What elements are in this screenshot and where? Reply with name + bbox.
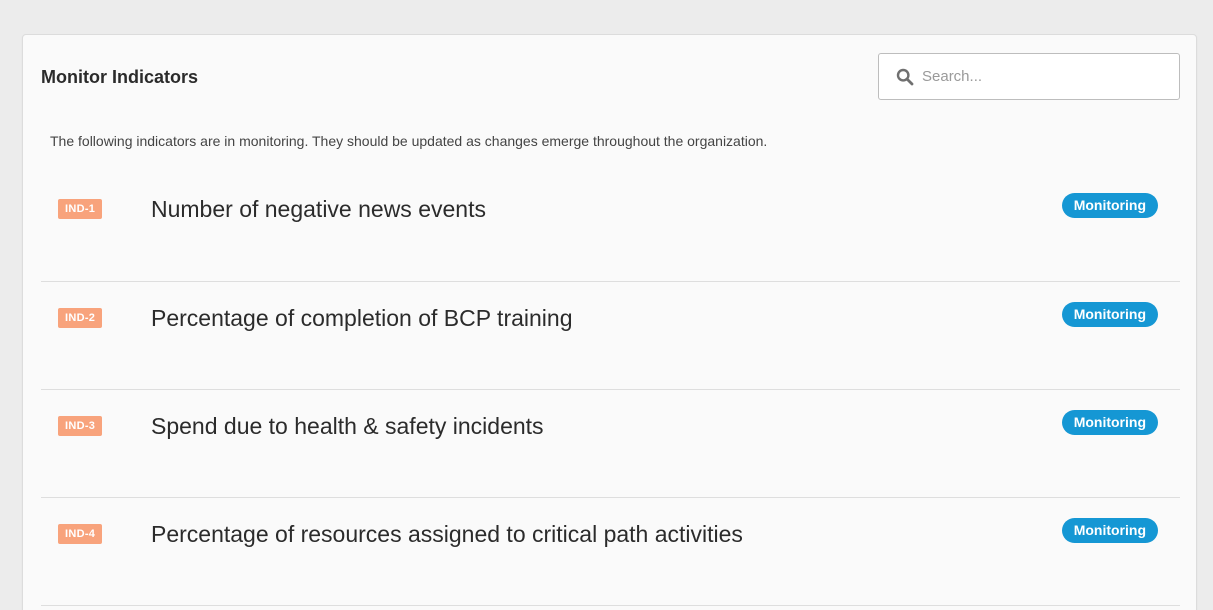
- indicator-title[interactable]: Percentage of resources assigned to crit…: [151, 520, 743, 548]
- indicator-row[interactable]: IND-1 Number of negative news events Mon…: [41, 173, 1180, 282]
- indicator-row[interactable]: IND-2 Percentage of completion of BCP tr…: [41, 282, 1180, 390]
- status-badge: Monitoring: [1061, 410, 1158, 435]
- search-icon: [896, 68, 914, 86]
- indicator-list: IND-1 Number of negative news events Mon…: [41, 173, 1180, 606]
- search-box[interactable]: [878, 53, 1180, 100]
- search-input[interactable]: [922, 68, 1162, 85]
- panel-title: Monitor Indicators: [41, 67, 198, 87]
- indicator-row[interactable]: IND-4 Percentage of resources assigned t…: [41, 498, 1180, 606]
- indicator-id-badge: IND-3: [58, 416, 103, 436]
- indicator-id-badge: IND-4: [58, 524, 103, 544]
- indicator-row[interactable]: IND-3 Spend due to health & safety incid…: [41, 390, 1180, 498]
- status-badge: Monitoring: [1061, 518, 1158, 543]
- page: Monitor Indicators The following indicat…: [0, 0, 1213, 610]
- monitor-indicators-panel: Monitor Indicators The following indicat…: [22, 34, 1197, 610]
- indicator-title[interactable]: Number of negative news events: [151, 195, 486, 223]
- status-badge: Monitoring: [1061, 193, 1158, 218]
- indicator-title[interactable]: Spend due to health & safety incidents: [151, 412, 544, 440]
- status-badge: Monitoring: [1061, 302, 1158, 327]
- panel-description: The following indicators are in monitori…: [50, 133, 768, 149]
- indicator-title[interactable]: Percentage of completion of BCP training: [151, 304, 573, 332]
- indicator-id-badge: IND-1: [58, 199, 103, 219]
- indicator-id-badge: IND-2: [58, 308, 103, 328]
